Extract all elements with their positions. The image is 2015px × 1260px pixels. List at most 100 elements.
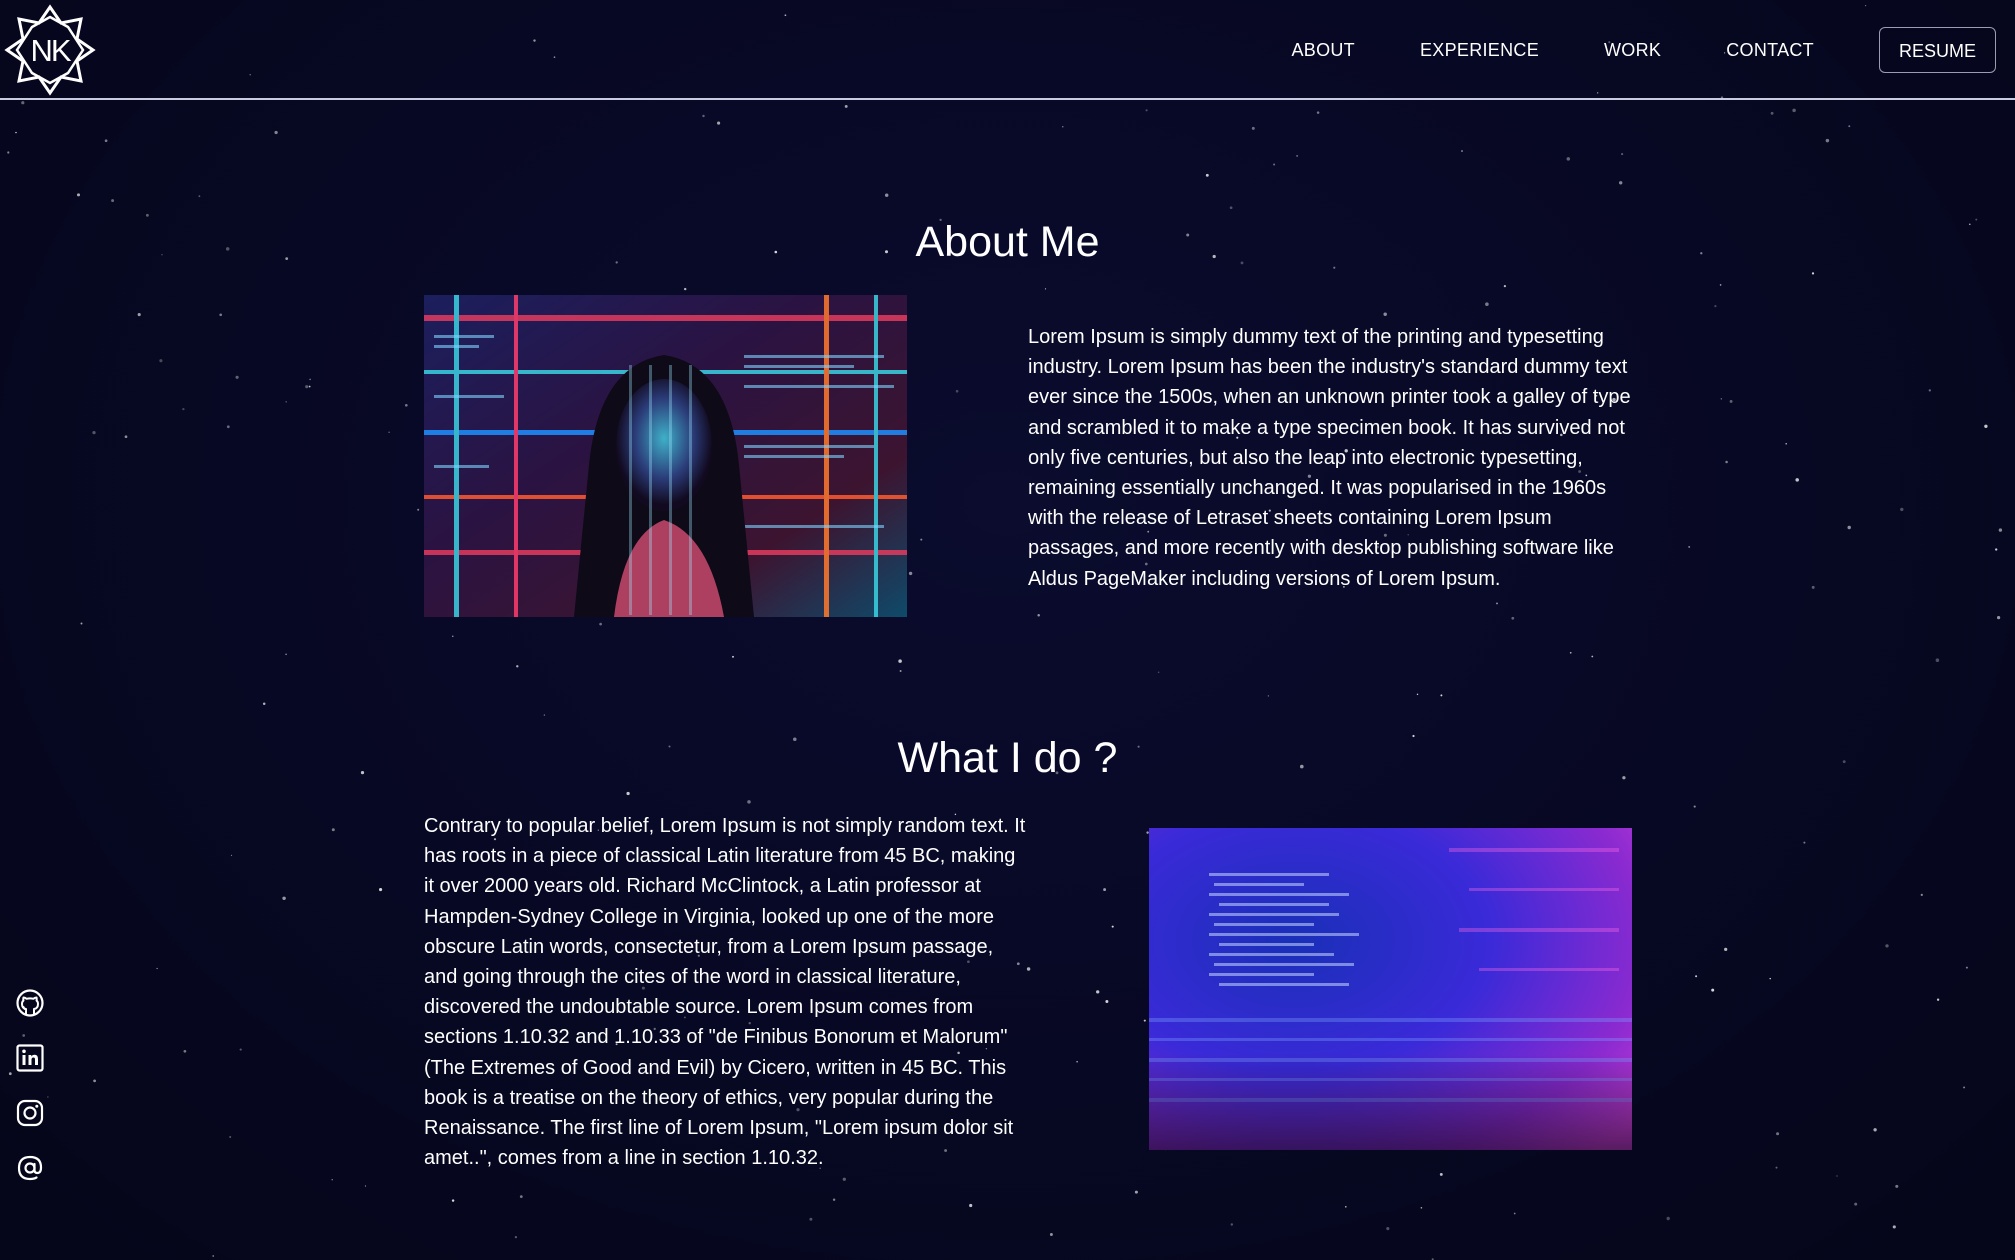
star <box>1936 998 1940 1001</box>
star <box>1420 1207 1423 1209</box>
star <box>1666 1216 1670 1221</box>
star <box>1591 655 1594 658</box>
star <box>1496 602 1498 605</box>
star <box>1569 651 1572 654</box>
star <box>1386 1227 1390 1231</box>
star <box>1037 613 1040 617</box>
star <box>379 888 383 892</box>
star <box>1847 525 1851 530</box>
star <box>1770 111 1774 115</box>
email-link[interactable] <box>15 1153 45 1183</box>
star <box>1984 424 1988 428</box>
star <box>183 1049 187 1053</box>
star <box>364 1185 367 1187</box>
instagram-link[interactable] <box>15 1098 45 1128</box>
star <box>219 313 223 317</box>
github-icon <box>16 989 44 1017</box>
star <box>1416 693 1419 696</box>
star <box>1848 125 1851 128</box>
star <box>1714 305 1717 308</box>
star <box>111 199 115 203</box>
star <box>305 385 309 389</box>
star <box>898 659 902 663</box>
nav-about[interactable]: ABOUT <box>1291 40 1355 61</box>
star <box>1803 841 1806 844</box>
nav-experience[interactable]: EXPERIENCE <box>1420 40 1539 61</box>
star <box>1157 671 1160 674</box>
star <box>404 403 408 407</box>
star <box>285 401 287 403</box>
star <box>92 430 96 435</box>
nav-contact[interactable]: CONTACT <box>1726 40 1814 61</box>
star <box>1775 1166 1778 1169</box>
nav-work[interactable]: WORK <box>1604 40 1661 61</box>
star <box>331 828 335 832</box>
email-at-icon <box>17 1155 43 1181</box>
main-nav: ABOUT EXPERIENCE WORK CONTACT RESUME <box>1291 0 2015 100</box>
star <box>519 1195 523 1198</box>
star <box>93 1079 96 1083</box>
star <box>80 622 83 625</box>
star <box>1026 967 1031 971</box>
resume-button[interactable]: RESUME <box>1878 27 1996 73</box>
star <box>599 622 602 626</box>
star <box>1049 1233 1053 1236</box>
star <box>1134 1190 1138 1194</box>
star <box>1076 1061 1078 1063</box>
star <box>1316 111 1320 114</box>
about-title: About Me <box>915 218 1100 266</box>
star <box>198 195 201 198</box>
whatido-image <box>1149 828 1632 1150</box>
star <box>1513 1212 1516 1215</box>
star <box>1688 545 1691 548</box>
star <box>1724 947 1728 952</box>
star <box>1995 548 1998 551</box>
linkedin-link[interactable] <box>15 1043 45 1073</box>
star <box>1145 109 1148 112</box>
star <box>8 1072 12 1076</box>
star <box>1885 944 1889 948</box>
star <box>1928 389 1931 392</box>
star <box>1711 988 1715 992</box>
star <box>1383 312 1387 317</box>
star <box>1965 966 1968 969</box>
star <box>1103 888 1107 892</box>
star <box>1895 1184 1899 1188</box>
nk-logo[interactable]: NK <box>4 4 96 96</box>
star <box>47 1096 49 1098</box>
star <box>76 193 81 197</box>
star <box>514 1235 518 1239</box>
star <box>1440 694 1443 697</box>
star <box>1105 1000 1109 1003</box>
star <box>732 655 734 658</box>
star <box>1811 272 1815 275</box>
star <box>124 435 128 439</box>
about-image <box>424 295 907 617</box>
star <box>1825 138 1830 143</box>
star <box>884 193 889 197</box>
github-link[interactable] <box>15 988 45 1018</box>
star <box>1205 173 1209 177</box>
star <box>1296 155 1298 157</box>
star <box>1769 977 1771 980</box>
star <box>1900 507 1904 512</box>
star <box>104 139 108 143</box>
star <box>1111 925 1114 928</box>
about-text: Lorem Ipsum is simply dummy text of the … <box>1028 326 1631 590</box>
star <box>1062 126 1064 128</box>
star <box>1344 1205 1347 1208</box>
star <box>137 313 141 317</box>
star <box>1792 108 1796 113</box>
star <box>1511 616 1515 620</box>
star <box>1229 206 1233 210</box>
social-links <box>15 988 47 1208</box>
nk-logo-icon: NK <box>4 4 96 96</box>
star <box>1935 658 1940 662</box>
star <box>1720 398 1722 400</box>
star <box>229 1136 232 1138</box>
star <box>1854 1202 1858 1206</box>
star <box>1725 460 1728 464</box>
star <box>955 389 959 393</box>
site-header: NK ABOUT EXPERIENCE WORK CONTACT RESUME <box>0 0 2015 100</box>
star <box>516 665 519 668</box>
